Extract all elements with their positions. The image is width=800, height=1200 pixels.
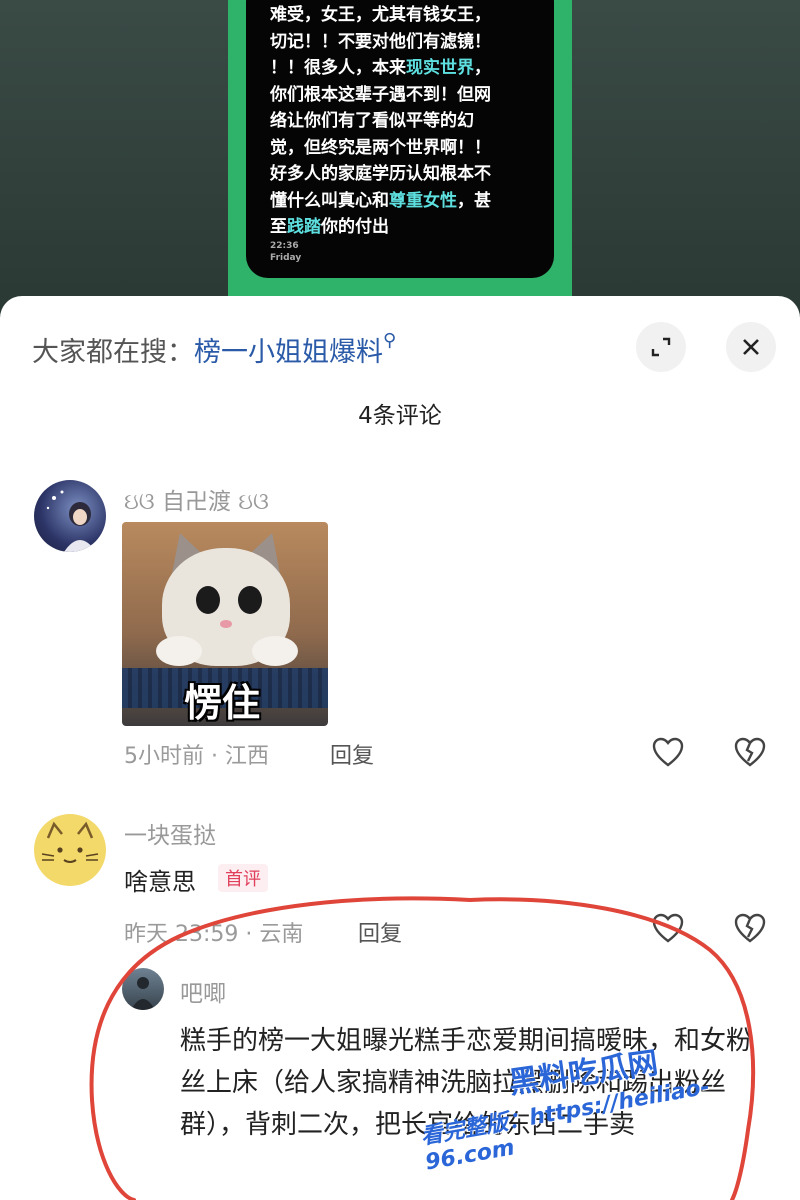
comment-sticker[interactable]: 愣住 [122, 522, 328, 726]
chat-screenshot: 难受，女王，尤其有钱女王， 切记！！不要对他们有滤镜！ ！！很多人，本来现实世界，你… [246, 0, 554, 278]
avatar[interactable] [122, 968, 164, 1010]
comment-username[interactable]: ઇଓ 自卍渡 ઇଓ [124, 482, 269, 516]
chat-line: 你们根本这辈子遇不到！但网 [270, 82, 534, 109]
chat-segment: ， [474, 58, 491, 78]
comment-count: 4条评论 [358, 403, 442, 429]
avatar[interactable] [34, 814, 106, 886]
chat-segment: 络让你们有了看似平等的幻 [270, 111, 474, 131]
search-icon: ⚲ [383, 330, 397, 351]
chat-time: 22:36 [270, 241, 299, 251]
chat-timestamp: 22:36 Friday [270, 240, 301, 264]
cat-paw [252, 636, 298, 666]
comment-meta: 5小时前 · 江西 [124, 744, 269, 769]
chat-segment: 懂什么叫真心和 [270, 190, 389, 211]
chat-highlight: 现实世界 [406, 58, 474, 78]
cat-avatar-icon [41, 821, 99, 863]
reply-username[interactable]: 吧唧 [180, 974, 226, 1008]
chat-line: 懂什么叫真心和尊重女性，甚 [270, 188, 534, 215]
chat-text: 难受，女王，尤其有钱女王， 切记！！不要对他们有滤镜！ ！！很多人，本来现实世界，你… [270, 2, 534, 241]
search-keyword[interactable]: 榜一小姐姐爆料 [194, 337, 383, 368]
chat-line: ！！很多人，本来现实世界， [270, 55, 534, 82]
comments-sheet: 大家都在搜：榜一小姐姐爆料⚲ 4条评论 ઇଓ 自卍渡 ઇଓ 愣住 5小时前 · … [0, 296, 800, 1200]
chat-segment: 觉，但终究是两个世界啊！！ [270, 137, 491, 158]
chat-line: 好多人的家庭学历认知根本不 [270, 161, 534, 188]
chat-segment: 你们根本这辈子遇不到！但网 [270, 84, 491, 105]
chat-segment: 难受，女王，尤其有钱女王， [270, 5, 491, 25]
avatar[interactable] [34, 480, 106, 552]
sticker-caption: 愣住 [184, 681, 261, 725]
comment-meta: 昨天 23:59 · 云南 [124, 922, 304, 947]
avatar-illustration [46, 490, 96, 552]
chat-segment: 好多人的家庭学历认知根本不 [270, 164, 491, 184]
cat-eye [238, 586, 262, 614]
close-icon [743, 339, 759, 355]
chat-line: 难受，女王，尤其有钱女王， [270, 2, 534, 29]
chat-highlight: 尊重女性 [389, 190, 457, 211]
like-icon[interactable] [650, 910, 686, 946]
chat-line: 络让你们有了看似平等的幻 [270, 108, 534, 135]
cat-paw [156, 636, 202, 666]
like-icon[interactable] [650, 734, 686, 770]
chat-highlight: 践踏 [287, 217, 321, 237]
chat-segment: ！！很多人，本来 [270, 58, 406, 78]
first-comment-badge: 首评 [218, 864, 268, 892]
person-avatar-icon [131, 977, 155, 1010]
cat-nose [220, 620, 232, 628]
comment-text: 啥意思 [124, 868, 196, 896]
reply-button[interactable]: 回复 [330, 738, 374, 770]
search-suggestion[interactable]: 大家都在搜：榜一小姐姐爆料⚲ [32, 330, 396, 369]
chat-segment: ，甚 [457, 190, 491, 211]
reply-text: 糕手的榜一大姐曝光糕手恋爱期间搞暧昧，和女粉丝上床（给人家搞精神洗脑拉黑删除和踢… [180, 1026, 753, 1140]
dislike-icon[interactable] [732, 734, 768, 770]
chat-line: 觉，但终究是两个世界啊！！ [270, 135, 534, 162]
cat-eye [196, 586, 220, 614]
chat-segment: 至 [270, 217, 287, 237]
video-background[interactable]: 难受，女王，尤其有钱女王， 切记！！不要对他们有滤镜！ ！！很多人，本来现实世界，你… [0, 0, 800, 330]
chat-line: 至践踏你的付出 [270, 214, 534, 241]
dislike-icon[interactable] [732, 910, 768, 946]
expand-button[interactable] [636, 322, 686, 372]
chat-line: 切记！！不要对他们有滤镜！ [270, 29, 534, 56]
chat-segment: 你的付出 [321, 217, 389, 237]
chat-day: Friday [270, 253, 302, 263]
expand-icon [651, 337, 671, 357]
search-prefix: 大家都在搜： [32, 337, 194, 368]
chat-segment: 切记！！不要对他们有滤镜！ [270, 31, 491, 52]
reply-button[interactable]: 回复 [358, 916, 402, 948]
comment-username[interactable]: 一块蛋挞 [124, 816, 216, 850]
close-button[interactable] [726, 322, 776, 372]
